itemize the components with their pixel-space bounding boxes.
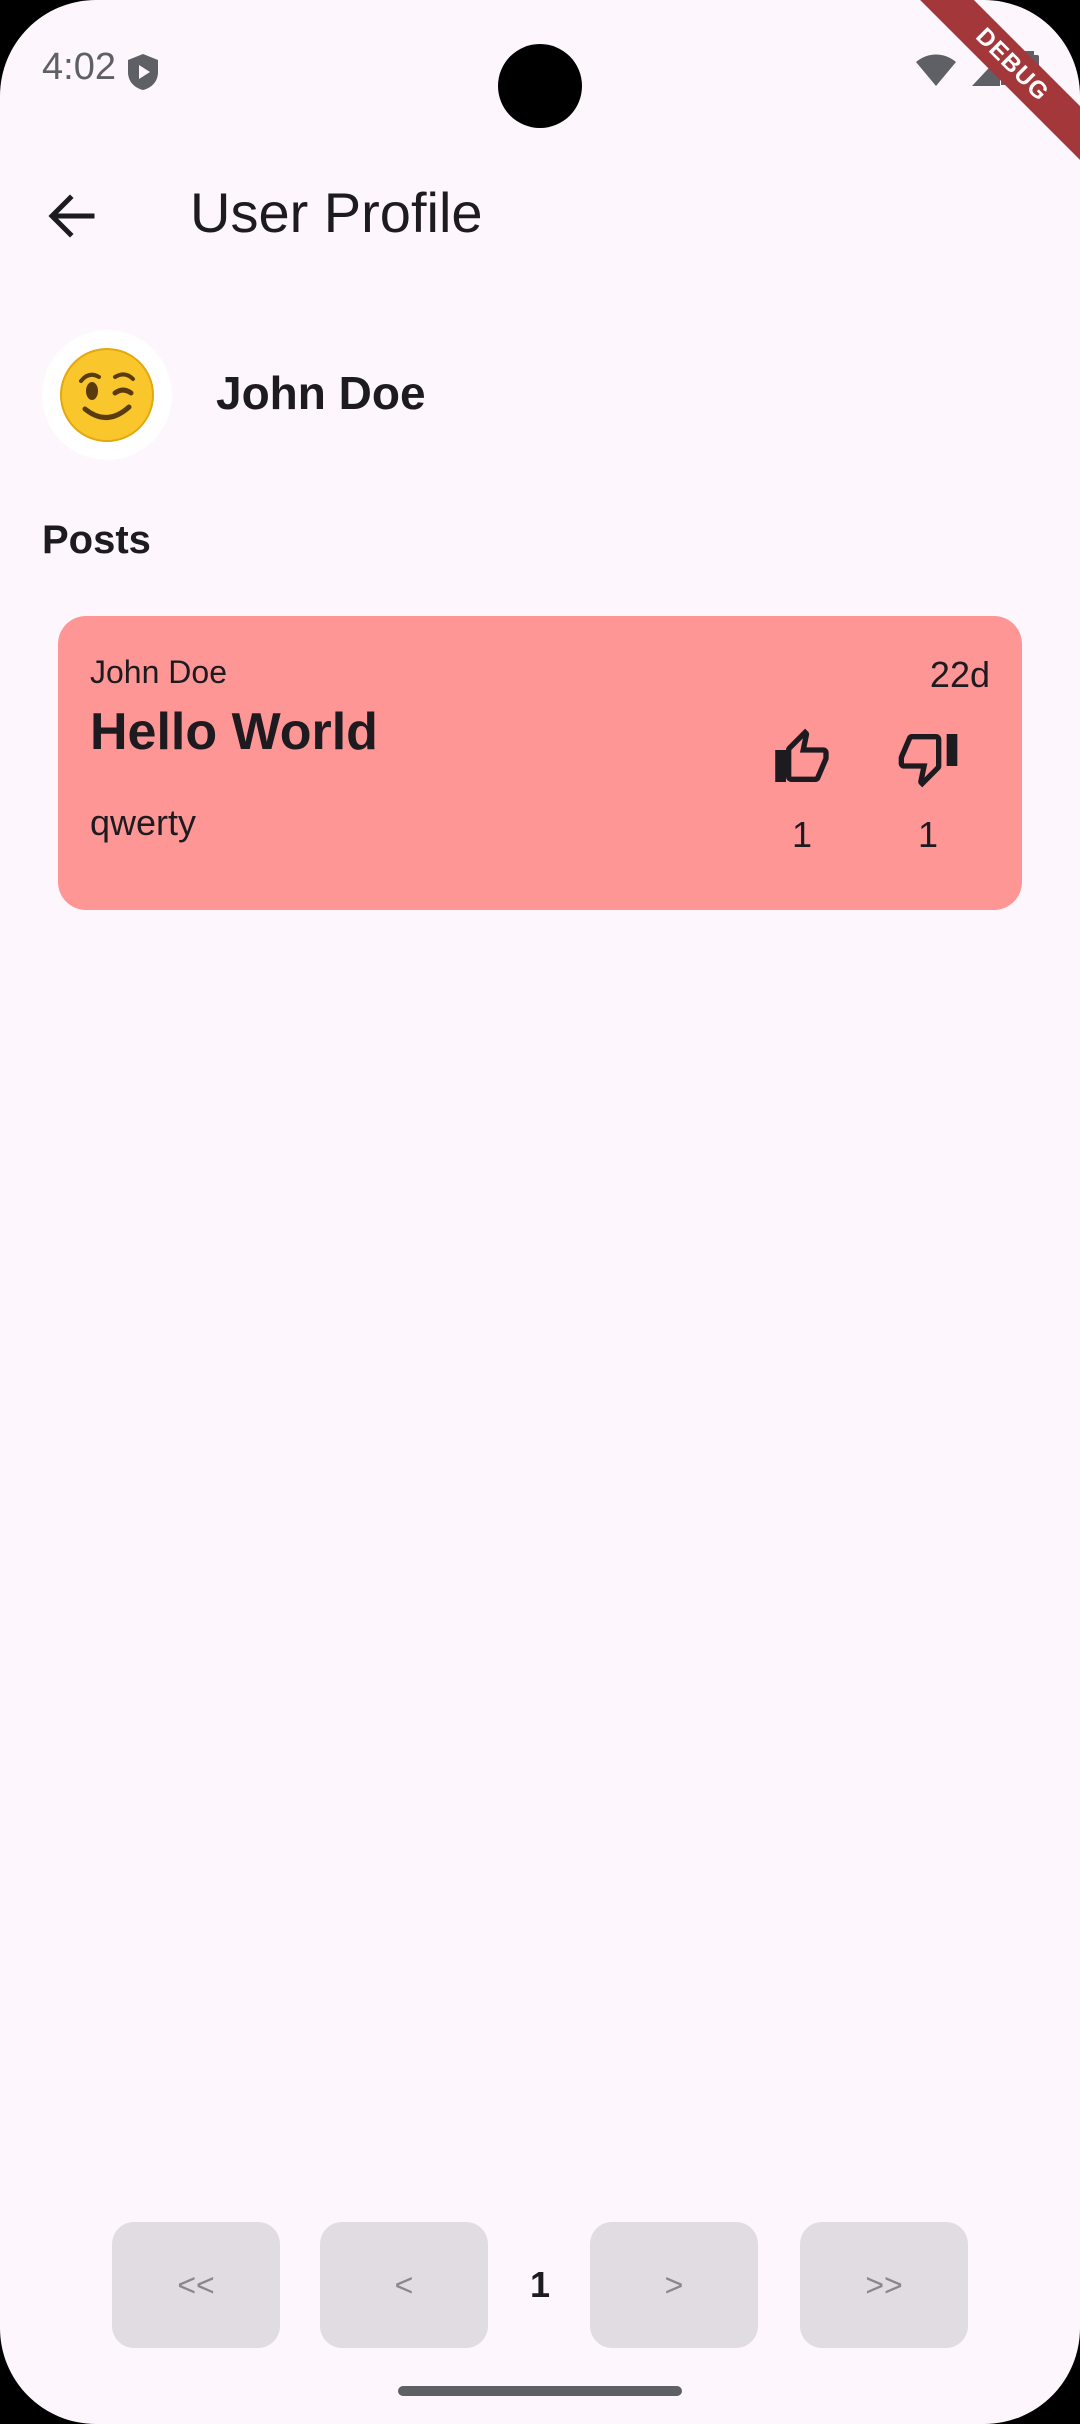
- dislike-button[interactable]: 1: [888, 726, 968, 856]
- thumbs-down-icon: [898, 734, 958, 788]
- dislike-count: 1: [917, 814, 939, 855]
- post-card[interactable]: John Doe 22d Hello World qwerty 1 1: [58, 616, 1022, 910]
- profile-header: John Doe: [42, 330, 1042, 460]
- post-body: qwerty: [90, 802, 197, 843]
- like-count: 1: [791, 814, 813, 855]
- thumbs-up-icon: [775, 728, 829, 782]
- post-author: John Doe: [90, 654, 227, 690]
- next-page-button[interactable]: >: [590, 2222, 758, 2348]
- status-time: 4:02: [42, 46, 116, 88]
- current-page: 1: [529, 2264, 551, 2305]
- post-time: 22d: [929, 654, 990, 695]
- winking-face-icon: [60, 348, 154, 442]
- back-arrow-icon[interactable]: [40, 184, 104, 248]
- like-button[interactable]: 1: [762, 726, 842, 856]
- pagination: << < 1 > >>: [112, 2222, 968, 2348]
- profile-name: John Doe: [216, 367, 426, 419]
- page-title: User Profile: [190, 181, 483, 244]
- app-bar: User Profile: [0, 160, 1080, 270]
- last-page-button[interactable]: >>: [800, 2222, 968, 2348]
- app-screen: 4:02 DEBUG User Profile John Doe Posts J…: [0, 0, 1080, 2424]
- avatar: [42, 330, 172, 460]
- home-indicator[interactable]: [398, 2386, 682, 2396]
- prev-page-button[interactable]: <: [320, 2222, 488, 2348]
- wifi-icon: [916, 54, 956, 86]
- post-title: Hello World: [90, 703, 378, 761]
- posts-section-title: Posts: [42, 518, 151, 562]
- first-page-button[interactable]: <<: [112, 2222, 280, 2348]
- status-bar: 4:02 DEBUG: [0, 0, 1080, 171]
- shield-play-icon: [128, 54, 158, 90]
- camera-cutout: [498, 44, 582, 128]
